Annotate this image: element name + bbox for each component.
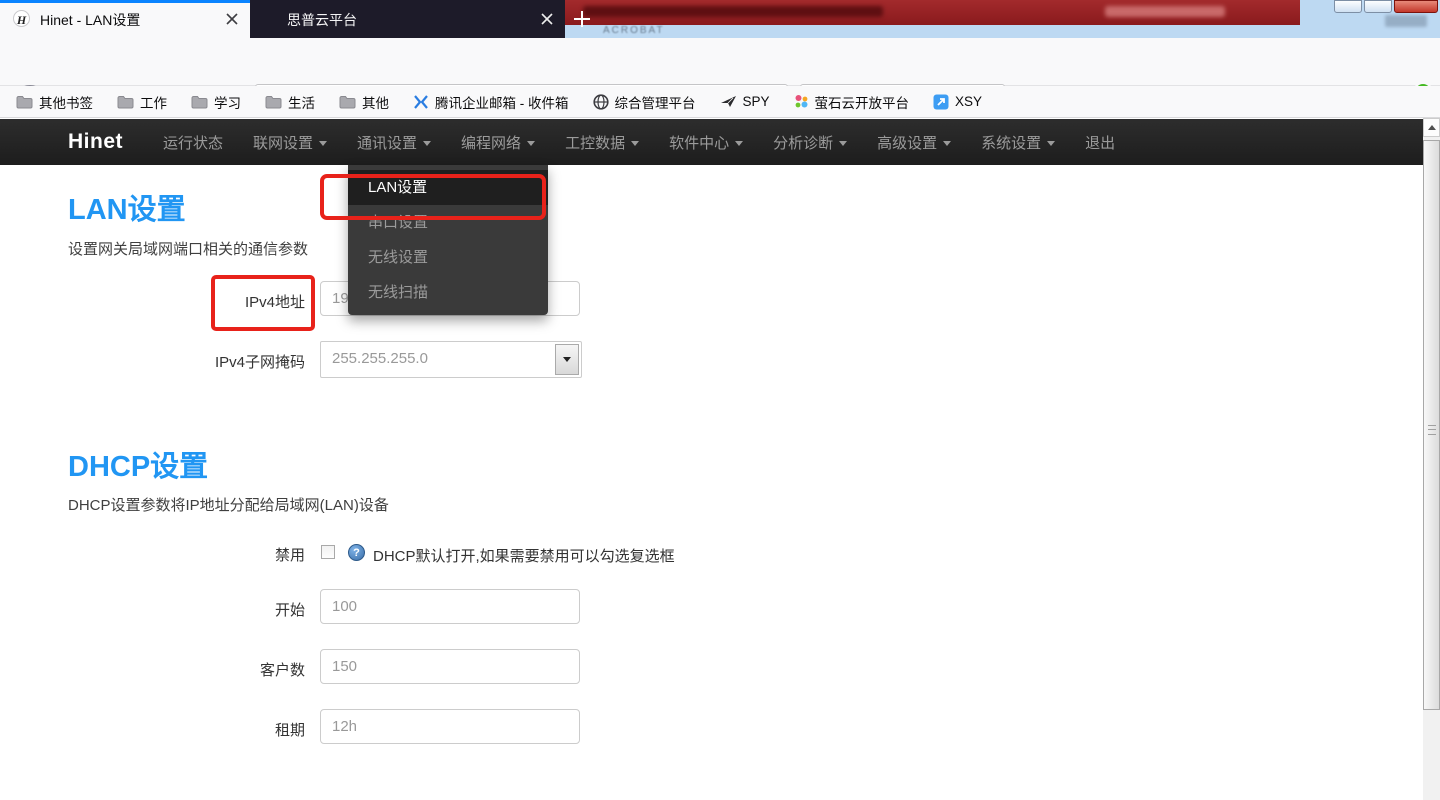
dhcp-disable-checkbox[interactable] xyxy=(321,545,335,559)
nav-run-status[interactable]: 运行状态 xyxy=(163,132,223,153)
bookmark-folder-study[interactable]: 学习 xyxy=(191,92,241,112)
folder-icon xyxy=(191,95,208,109)
active-tab-stripe xyxy=(0,0,250,3)
lan-settings-title: LAN设置 xyxy=(68,186,186,228)
bg-minimize-button[interactable] xyxy=(1334,0,1362,13)
select-dropdown-button[interactable] xyxy=(555,344,579,375)
close-tab-icon[interactable] xyxy=(226,13,238,25)
background-window: ACROBAT xyxy=(565,0,1440,38)
plane-icon xyxy=(720,94,737,109)
dropdown-item-serial[interactable]: 串口设置 xyxy=(348,205,548,240)
site-logo[interactable]: Hinet xyxy=(68,130,123,154)
blue-arrow-square-icon xyxy=(933,94,949,110)
bookmark-xsy[interactable]: XSY xyxy=(933,94,982,110)
dropdown-item-lan[interactable]: LAN设置 xyxy=(348,170,548,205)
new-tab-button[interactable] xyxy=(569,6,595,32)
scrollbar-grip xyxy=(1428,425,1436,435)
chevron-down-icon xyxy=(839,141,847,146)
dhcp-start-input[interactable] xyxy=(320,589,580,624)
site-navbar: Hinet 运行状态 联网设置 通讯设置 编程网络 工控数据 软件中心 分析诊断… xyxy=(0,119,1423,165)
scrollbar-up-button[interactable] xyxy=(1423,118,1440,137)
ipv4-address-label: IPv4地址 xyxy=(0,291,305,312)
bookmark-folder-life[interactable]: 生活 xyxy=(265,92,315,112)
tab-hinet-lan[interactable]: H Hinet - LAN设置 xyxy=(0,0,250,38)
ipv4-netmask-select[interactable]: 255.255.255.0 xyxy=(320,341,582,378)
chevron-down-icon xyxy=(319,141,327,146)
bookmark-folder-other[interactable]: 其他书签 xyxy=(16,92,93,112)
close-tab-icon[interactable] xyxy=(541,13,553,25)
dhcp-clients-label: 客户数 xyxy=(0,659,305,680)
dhcp-lease-input[interactable] xyxy=(320,709,580,744)
dhcp-lease-label: 租期 xyxy=(0,719,305,740)
tab-bar: H Hinet - LAN设置 思普云平台 xyxy=(0,0,565,38)
bookmark-spy[interactable]: SPY xyxy=(720,94,770,109)
folder-icon xyxy=(339,95,356,109)
chevron-down-icon xyxy=(735,141,743,146)
browser-toolbar: 192.168.9.99/cgi-bin/luci/;stok=027414 xyxy=(0,38,1440,86)
ipv4-netmask-label: IPv4子网掩码 xyxy=(0,351,305,372)
chevron-down-icon xyxy=(563,357,571,362)
blurred-title-text xyxy=(1105,6,1225,17)
ezviz-dots-icon xyxy=(794,94,809,109)
scrollbar-thumb[interactable] xyxy=(1423,140,1440,710)
chevron-up-icon xyxy=(1428,125,1436,130)
nav-software-center[interactable]: 软件中心 xyxy=(669,132,743,153)
dhcp-settings-title: DHCP设置 xyxy=(68,443,208,485)
nav-logout[interactable]: 退出 xyxy=(1085,132,1115,153)
folder-icon xyxy=(16,95,33,109)
dhcp-start-label: 开始 xyxy=(0,599,305,620)
blurred-title-text xyxy=(583,6,883,17)
lan-settings-subtitle: 设置网关局域网端口相关的通信参数 xyxy=(68,238,308,259)
globe-icon xyxy=(593,94,609,110)
dropdown-item-wireless[interactable]: 无线设置 xyxy=(348,240,548,275)
nav-programming-network[interactable]: 编程网络 xyxy=(461,132,535,153)
nav-system-settings[interactable]: 系统设置 xyxy=(981,132,1055,153)
bg-close-button[interactable] xyxy=(1394,0,1438,13)
dhcp-settings-subtitle: DHCP设置参数将IP地址分配给局域网(LAN)设备 xyxy=(68,494,389,515)
tab-title: Hinet - LAN设置 xyxy=(40,10,140,30)
blurred-toolbar-text xyxy=(1385,15,1427,27)
chevron-down-icon xyxy=(527,141,535,146)
dropdown-item-wifi-scan[interactable]: 无线扫描 xyxy=(348,275,548,310)
nav-network-settings[interactable]: 联网设置 xyxy=(253,132,327,153)
nav-industrial-data[interactable]: 工控数据 xyxy=(565,132,639,153)
chevron-down-icon xyxy=(943,141,951,146)
bookmark-folder-misc[interactable]: 其他 xyxy=(339,92,389,112)
bookmark-mgmt-platform[interactable]: 综合管理平台 xyxy=(593,92,696,112)
bookmark-ezviz[interactable]: 萤石云开放平台 xyxy=(794,92,910,112)
comm-settings-dropdown: LAN设置 串口设置 无线设置 无线扫描 xyxy=(348,165,548,315)
acrobat-label: ACROBAT xyxy=(603,25,665,36)
tab-title: 思普云平台 xyxy=(287,10,357,30)
bg-maximize-button[interactable] xyxy=(1364,0,1392,13)
nav-diagnostics[interactable]: 分析诊断 xyxy=(773,132,847,153)
folder-icon xyxy=(117,95,134,109)
bookmarks-bar: 其他书签 工作 学习 生活 其他 腾讯企业邮箱 - 收件箱 综合管理平台 xyxy=(0,86,1440,118)
page-content: Hinet 运行状态 联网设置 通讯设置 编程网络 工控数据 软件中心 分析诊断… xyxy=(0,118,1423,800)
folder-icon xyxy=(265,95,282,109)
chevron-down-icon xyxy=(1047,141,1055,146)
nav-comm-settings[interactable]: 通讯设置 xyxy=(357,132,431,153)
page-scrollbar[interactable] xyxy=(1423,118,1440,800)
dhcp-disable-hint: DHCP默认打开,如果需要禁用可以勾选复选框 xyxy=(373,545,675,566)
chevron-down-icon xyxy=(631,141,639,146)
dhcp-clients-input[interactable] xyxy=(320,649,580,684)
screen: ACROBAT H Hinet - LAN设置 思普云平台 xyxy=(0,0,1440,800)
nav-advanced-settings[interactable]: 高级设置 xyxy=(877,132,951,153)
help-icon: ? xyxy=(348,544,365,561)
tencent-mail-icon xyxy=(413,95,429,109)
bookmark-folder-work[interactable]: 工作 xyxy=(117,92,167,112)
chevron-down-icon xyxy=(423,141,431,146)
tab-sipu-cloud[interactable]: 思普云平台 xyxy=(250,0,565,38)
bookmark-tencent-mail[interactable]: 腾讯企业邮箱 - 收件箱 xyxy=(413,92,569,112)
hinet-favicon-icon: H xyxy=(13,10,30,27)
dhcp-disable-label: 禁用 xyxy=(0,544,305,565)
background-window-titlebar xyxy=(565,0,1300,25)
plus-icon xyxy=(569,6,595,32)
